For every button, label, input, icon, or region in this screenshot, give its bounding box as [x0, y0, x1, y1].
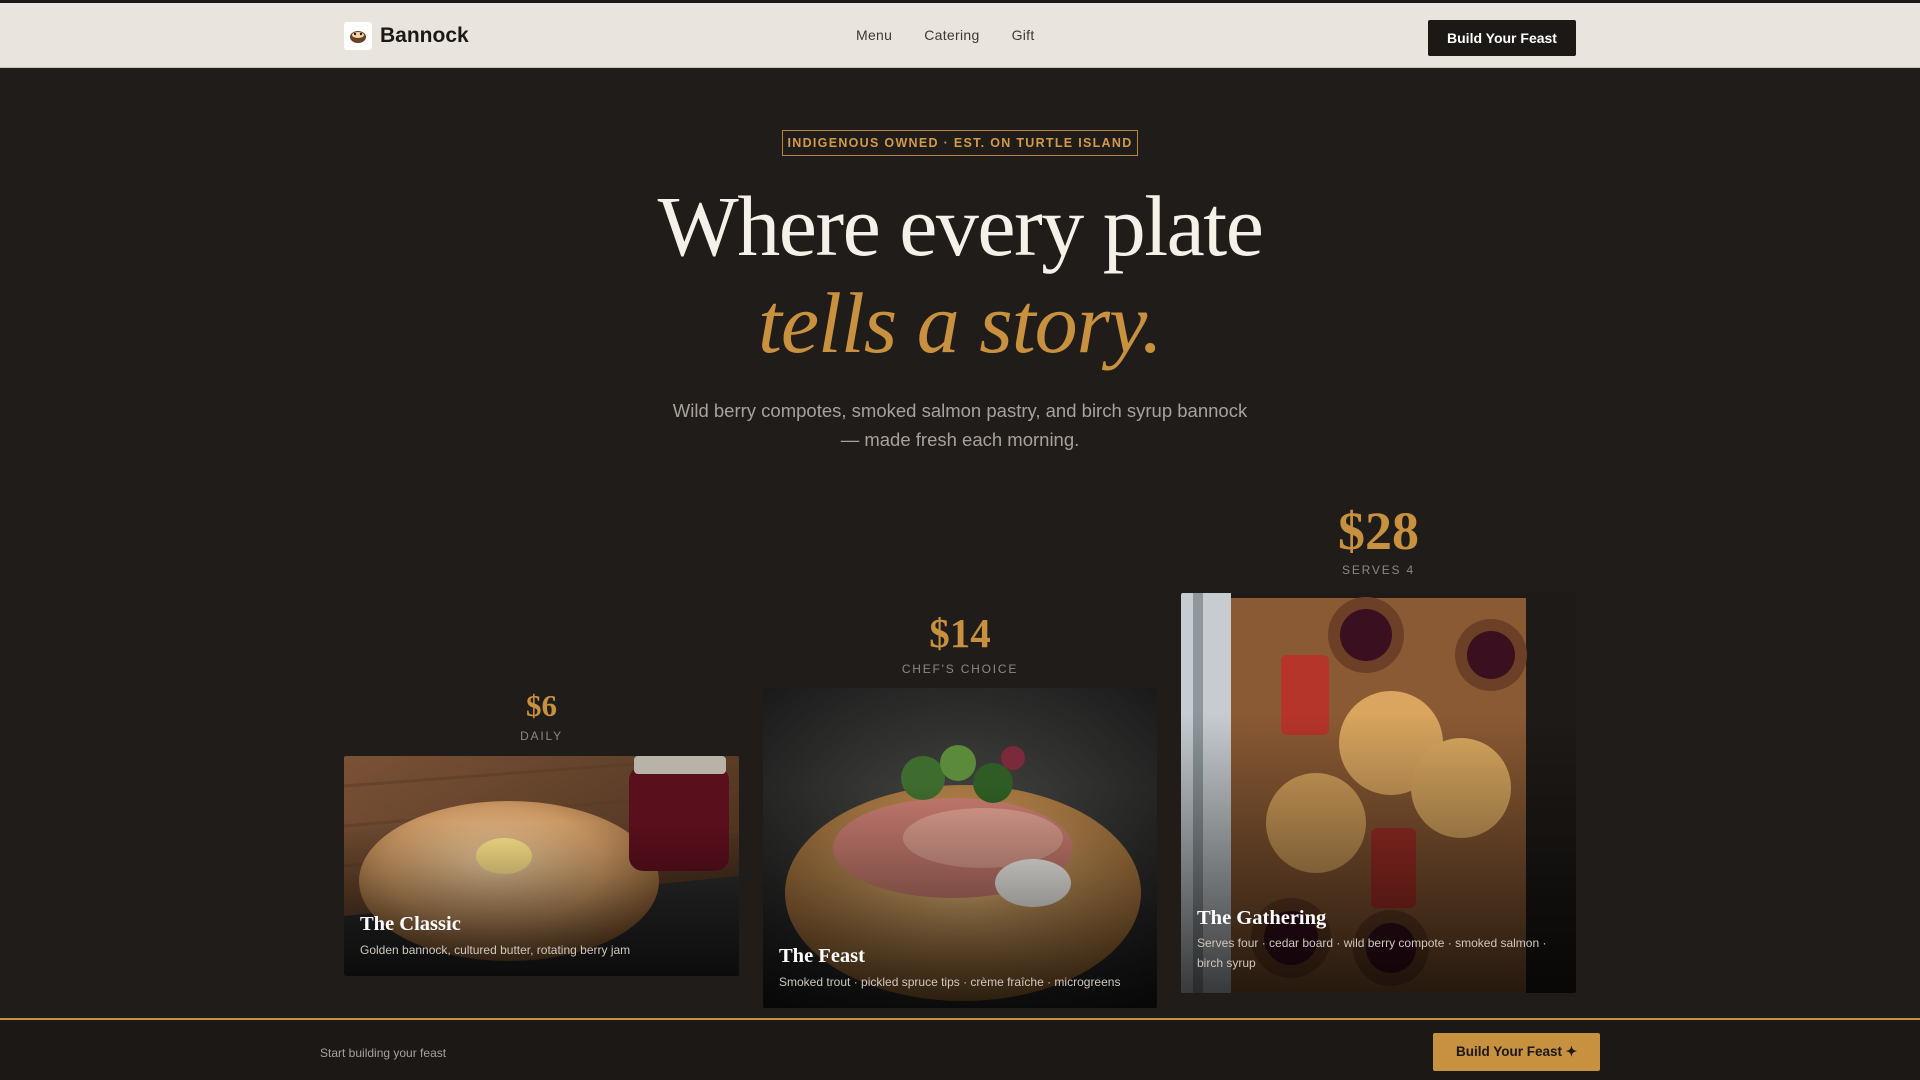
gathering-price: $28	[1338, 501, 1419, 561]
feast-title: The Feast	[779, 945, 865, 967]
top-navigation-bar: Bannock Menu Catering Gift Build Your Fe…	[0, 0, 1920, 68]
gathering-description-line-2: birch syrup	[1197, 956, 1256, 970]
feast-price: $14	[929, 610, 991, 656]
build-your-feast-button[interactable]: Build Your Feast	[1428, 20, 1576, 56]
classic-price-label: DAILY	[520, 729, 563, 743]
main-nav: Menu Catering Gift	[856, 27, 1035, 43]
brand[interactable]: Bannock	[344, 21, 469, 51]
hero-headline-emphasis: tells a story.	[757, 275, 1163, 371]
nav-link-menu[interactable]: Menu	[856, 27, 892, 43]
card-the-feast[interactable]: The Feast Smoked trout · pickled spruce …	[763, 688, 1157, 1008]
gathering-description: Serves four · cedar board · wild berry c…	[1197, 933, 1546, 973]
classic-description: Golden bannock, cultured butter, rotatin…	[360, 943, 631, 957]
brand-name: Bannock	[380, 24, 469, 47]
hero-subtitle: Wild berry compotes, smoked salmon pastr…	[660, 396, 1260, 454]
card-the-classic[interactable]: The Classic Golden bannock, cultured but…	[344, 756, 739, 976]
hero-headline: Where every plate	[657, 178, 1264, 274]
gathering-price-block: $28 SERVES 4	[1181, 500, 1576, 577]
card-the-gathering[interactable]: The Gathering Serves four · cedar board …	[1181, 593, 1576, 993]
sticky-bottom-bar: Start building your feast Build Your Fea…	[0, 1018, 1920, 1080]
feast-price-block: $14 CHEF'S CHOICE	[763, 610, 1157, 676]
hero-subtitle-line-1: Wild berry compotes, smoked salmon pastr…	[672, 400, 1248, 421]
feast-price-label: CHEF'S CHOICE	[901, 662, 1019, 676]
hero-subtitle-line-2: — made fresh each morning.	[840, 429, 1080, 450]
nav-link-gift[interactable]: Gift	[1012, 27, 1035, 43]
bottom-build-your-feast-button[interactable]: Build Your Feast ✦	[1433, 1033, 1600, 1071]
feast-description: Smoked trout · pickled spruce tips · crè…	[779, 975, 1121, 989]
classic-price: $6	[526, 688, 557, 723]
gathering-title: The Gathering	[1197, 907, 1327, 929]
classic-title: The Classic	[360, 913, 461, 935]
classic-price-block: $6 DAILY	[344, 688, 739, 743]
brand-logo-icon	[344, 22, 372, 50]
gathering-price-label: SERVES 4	[1342, 563, 1415, 577]
bottom-bar-prompt: Start building your feast	[320, 1046, 447, 1060]
gathering-description-line-1: Serves four · cedar board · wild berry c…	[1197, 936, 1547, 950]
nav-link-catering[interactable]: Catering	[924, 27, 979, 43]
ownership-badge: INDIGENOUS OWNED · EST. ON TURTLE ISLAND	[782, 130, 1138, 156]
